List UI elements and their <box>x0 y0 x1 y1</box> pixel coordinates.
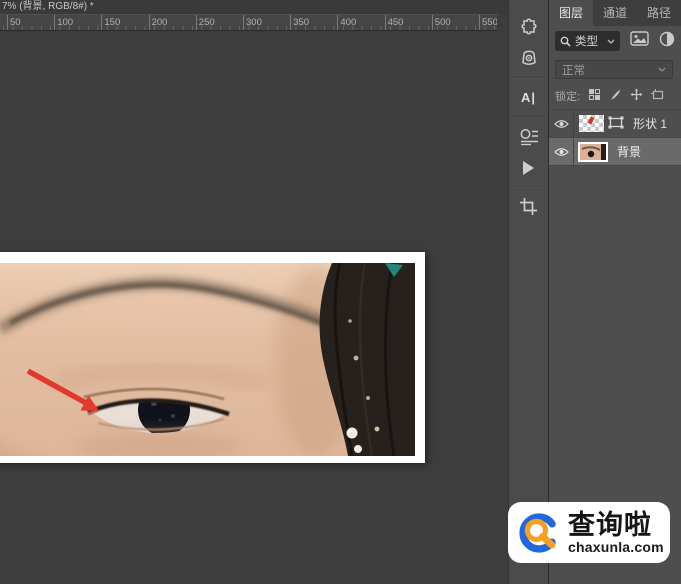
half-circle-icon <box>659 31 675 46</box>
layer-name: 背景 <box>617 145 642 159</box>
panel-tab[interactable]: 图层 <box>549 0 594 26</box>
character-panel-button[interactable]: A| <box>510 82 548 113</box>
filter-adjustment-layers-button[interactable] <box>659 31 675 52</box>
watermark-domain: chaxunla.com <box>568 538 664 555</box>
filter-type-label: 类型 <box>575 36 598 48</box>
chaxunla-logo-icon <box>519 512 556 553</box>
move-icon <box>630 88 643 101</box>
photoshop-window: 7% (背景, RGB/8#) * 50 100 150 200 250 300 350 40… <box>0 0 681 584</box>
lock-transparency-button[interactable] <box>588 88 601 104</box>
ruler-label: 300 <box>243 15 262 30</box>
ruler-label: 550 <box>479 15 497 30</box>
color-themes-icon <box>521 50 536 65</box>
eye-photo-canvas[interactable] <box>0 263 415 456</box>
ruler-label: 500 <box>431 15 451 30</box>
play-icon <box>523 160 534 175</box>
dock-separator <box>509 186 548 188</box>
panel-tab-bar: 图层 通道 路径 <box>549 0 681 26</box>
dock-separator <box>509 116 548 118</box>
lock-row: 锁定: <box>549 83 681 110</box>
crop-panel-button[interactable] <box>510 191 548 222</box>
shape-layer-thumbnail <box>579 115 604 132</box>
vector-mask-badge <box>608 116 624 132</box>
crop-icon <box>520 198 537 215</box>
ruler-label: 150 <box>101 15 121 30</box>
checkerboard-icon <box>589 89 601 100</box>
search-icon <box>560 36 571 47</box>
ruler-label: 250 <box>195 15 215 30</box>
layers-panel: 图层 通道 路径 类型 正常 锁定: 形状 1 背景 <box>548 0 681 584</box>
photo-document[interactable] <box>0 252 425 463</box>
paragraph-globe-icon <box>520 128 538 145</box>
ruler-label: 450 <box>384 15 404 30</box>
red-arrow-thumb-mark <box>587 116 595 125</box>
dock-separator <box>509 77 548 79</box>
watermark-text: 查询啦 chaxunla.com <box>568 509 664 555</box>
actions-panel-button[interactable] <box>510 152 548 183</box>
color-themes-panel-button[interactable] <box>510 43 548 74</box>
horizontal-ruler: 50 100 150 200 250 300 350 400 450 500 550 <box>0 14 497 31</box>
ruler-label: 100 <box>54 15 74 30</box>
lock-artboard-button[interactable] <box>651 88 665 104</box>
layer-name: 形状 1 <box>633 117 668 131</box>
layer-row-shape[interactable]: 形状 1 <box>549 110 681 138</box>
document-title-bar: 7% (背景, RGB/8#) * <box>0 0 510 14</box>
ruler-label: 200 <box>148 15 168 30</box>
chevron-down-icon <box>607 39 615 44</box>
filter-type-dropdown[interactable]: 类型 <box>555 31 620 51</box>
watermark-badge: 查询啦 chaxunla.com <box>508 502 670 563</box>
blend-mode-row: 正常 <box>549 56 681 83</box>
layer-row-background[interactable]: 背景 <box>549 138 681 166</box>
blend-mode-value: 正常 <box>562 64 585 77</box>
layer-visibility-toggle[interactable] <box>549 138 574 165</box>
background-layer-thumbnail <box>578 141 608 162</box>
ruler-label: 50 <box>7 15 21 30</box>
character-panel-icon: A| <box>520 90 537 105</box>
eye-icon <box>553 119 569 128</box>
panel-dock: A| <box>508 0 548 584</box>
lock-label: 锁定: <box>555 91 581 103</box>
eye-photo <box>0 263 415 456</box>
brush-icon <box>611 89 621 100</box>
puzzle-icon <box>521 18 537 35</box>
document-title: 7% (背景, RGB/8#) * <box>2 1 94 12</box>
pearl-earring <box>346 427 358 439</box>
watermark-title: 查询啦 <box>568 509 652 540</box>
chevron-down-icon <box>658 67 666 72</box>
lock-pixels-button[interactable] <box>609 88 622 104</box>
blend-mode-select[interactable]: 正常 <box>555 60 673 79</box>
paragraph-panel-button[interactable] <box>510 121 548 152</box>
ruler-label: 350 <box>290 15 310 30</box>
panel-tab[interactable]: 路径 <box>637 0 681 26</box>
layer-visibility-toggle[interactable] <box>549 110 574 137</box>
layer-filter-row: 类型 <box>549 26 681 56</box>
eye-icon <box>553 147 569 156</box>
extensions-panel-button[interactable] <box>510 12 548 43</box>
image-icon <box>630 31 649 46</box>
panel-tab[interactable]: 通道 <box>593 0 637 26</box>
artboard-icon <box>651 88 664 99</box>
ruler-label: 400 <box>337 15 357 30</box>
filter-pixel-layers-button[interactable] <box>630 31 649 51</box>
lock-position-button[interactable] <box>630 88 643 104</box>
